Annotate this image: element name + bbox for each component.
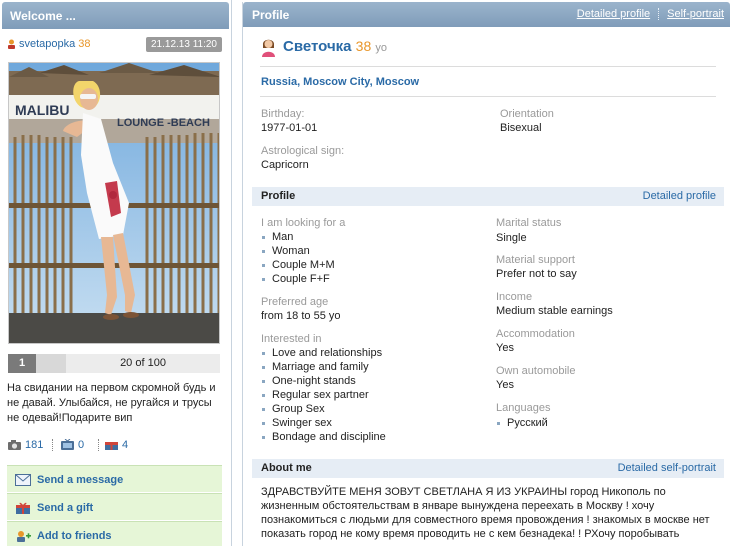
interested-in-label: Interested in	[261, 333, 322, 345]
videos-count-link[interactable]: 0	[60, 437, 84, 453]
female-avatar-icon	[262, 39, 275, 57]
marital-value: Single	[496, 232, 527, 244]
detailed-self-portrait-link[interactable]: Detailed self-portrait	[618, 462, 716, 474]
photos-count-link[interactable]: 181	[7, 437, 43, 453]
stats-row: 181 0 4	[7, 437, 222, 453]
stats-separator	[52, 439, 53, 451]
send-gift-button[interactable]: Send a gift	[7, 493, 222, 520]
preferred-age-label: Preferred age	[261, 296, 329, 308]
profile-section-title: Profile	[261, 190, 296, 202]
about-section-title: About me	[261, 462, 312, 474]
list-item: Bondage and discipline	[261, 430, 386, 444]
list-item: Русский	[496, 416, 548, 430]
list-item: Love and relationships	[261, 346, 386, 360]
user-line: svetapopka 38 21.12.13 11:20	[7, 37, 222, 53]
birthday-value: 1977-01-01	[261, 122, 318, 134]
detailed-profile-link[interactable]: Detailed profile	[577, 8, 650, 20]
videos-count: 0	[78, 439, 85, 451]
status-caption: На свидании на первом скромной будь и не…	[7, 382, 216, 424]
header-links-separator	[658, 8, 660, 21]
gift-icon	[16, 502, 30, 514]
user-icon	[8, 39, 15, 49]
stats-separator	[98, 439, 99, 451]
list-item: Woman	[261, 244, 335, 258]
list-item: Marriage and family	[261, 360, 386, 374]
profile-age: 38	[355, 38, 372, 54]
divider	[260, 96, 716, 97]
location-link[interactable]: Russia, Moscow City, Moscow	[261, 76, 419, 88]
gifts-count: 4	[122, 439, 129, 451]
detailed-profile-section-link[interactable]: Detailed profile	[643, 190, 716, 202]
astro-value: Capricorn	[261, 159, 309, 171]
self-portrait-link[interactable]: Self-portrait	[667, 8, 724, 20]
list-item: Swinger sex	[261, 416, 386, 430]
income-value: Medium stable earnings	[496, 305, 613, 317]
income-label: Income	[496, 291, 533, 303]
photos-count: 181	[25, 439, 44, 451]
user-age: 38	[78, 38, 91, 50]
automobile-label: Own automobile	[496, 365, 576, 377]
profile-panel: Profile Detailed profile Self-portrait Св…	[242, 2, 730, 546]
profile-age-unit: yo	[375, 42, 388, 54]
tv-icon	[61, 439, 74, 451]
marital-label: Marital status	[496, 217, 562, 229]
photo-count: 20 of 100	[120, 357, 166, 369]
add-friends-label: Add to friends	[37, 530, 112, 542]
profile-section-header: Profile Detailed profile	[252, 187, 724, 206]
header-links: Detailed profile Self-portrait	[577, 8, 724, 21]
orientation-label: Orientation	[500, 108, 554, 120]
about-section-header: About me Detailed self-portrait	[252, 459, 724, 478]
list-item: One-night stands	[261, 374, 386, 388]
gift-icon	[105, 442, 118, 451]
photo-image: MALIBU LOUNGE -BEACH	[9, 63, 219, 343]
send-message-button[interactable]: Send a message	[7, 465, 222, 492]
material-value: Prefer not to say	[496, 268, 577, 280]
send-gift-label: Send a gift	[37, 502, 94, 514]
languages-label: Languages	[496, 402, 551, 414]
automobile-value: Yes	[496, 379, 514, 391]
orientation-value: Bisexual	[500, 122, 542, 134]
profile-name-text: Светочка	[283, 38, 352, 55]
photo-page-next[interactable]	[36, 354, 66, 373]
astro-label: Astrological sign:	[261, 145, 345, 157]
accommodation-value: Yes	[496, 342, 514, 354]
about-text: ЗДРАВСТВУЙТЕ МЕНЯ ЗОВУТ СВЕТЛАНА Я ИЗ УК…	[261, 486, 710, 540]
material-label: Material support	[496, 254, 575, 266]
envelope-icon	[15, 474, 31, 486]
send-message-label: Send a message	[37, 474, 124, 486]
left-panel: Welcome ... svetapopka38 21.12.13 11:20	[0, 0, 232, 546]
profile-name: Светочка 38 yo	[283, 38, 387, 55]
profile-header: Profile Detailed profile Self-portrait	[243, 2, 730, 27]
add-friends-button[interactable]: Add to friends	[7, 521, 222, 546]
photo-sign-right: LOUNGE -BEACH	[117, 117, 210, 129]
list-item: Man	[261, 230, 335, 244]
languages-list: Русский	[496, 416, 548, 430]
add-friend-icon	[17, 531, 31, 542]
photo-sign-left: MALIBU	[15, 102, 69, 118]
looking-for-label: I am looking for a	[261, 217, 346, 229]
list-item: Couple F+F	[261, 272, 335, 286]
list-item: Regular sex partner	[261, 388, 386, 402]
looking-for-list: Man Woman Couple M+M Couple F+F	[261, 230, 335, 286]
accommodation-label: Accommodation	[496, 328, 575, 340]
divider	[260, 66, 716, 67]
timestamp-badge: 21.12.13 11:20	[146, 37, 222, 52]
username-text: svetapopka	[19, 38, 76, 50]
actions-list: Send a message Send a gift Add to friend…	[7, 465, 222, 546]
photo-page-current[interactable]: 1	[8, 354, 36, 373]
list-item: Group Sex	[261, 402, 386, 416]
birthday-label: Birthday:	[261, 108, 305, 120]
username-link[interactable]: svetapopka 38	[19, 38, 91, 50]
welcome-header: Welcome ...	[2, 2, 229, 29]
profile-header-title: Profile	[252, 8, 290, 22]
gifts-count-link[interactable]: 4	[104, 437, 128, 453]
camera-icon	[8, 440, 21, 451]
profile-photo[interactable]: MALIBU LOUNGE -BEACH	[8, 62, 220, 344]
interested-in-list: Love and relationships Marriage and fami…	[261, 346, 386, 444]
preferred-age-value: from 18 to 55 yo	[261, 310, 341, 322]
photo-pager: 1 20 of 100	[8, 354, 220, 373]
list-item: Couple M+M	[261, 258, 335, 272]
